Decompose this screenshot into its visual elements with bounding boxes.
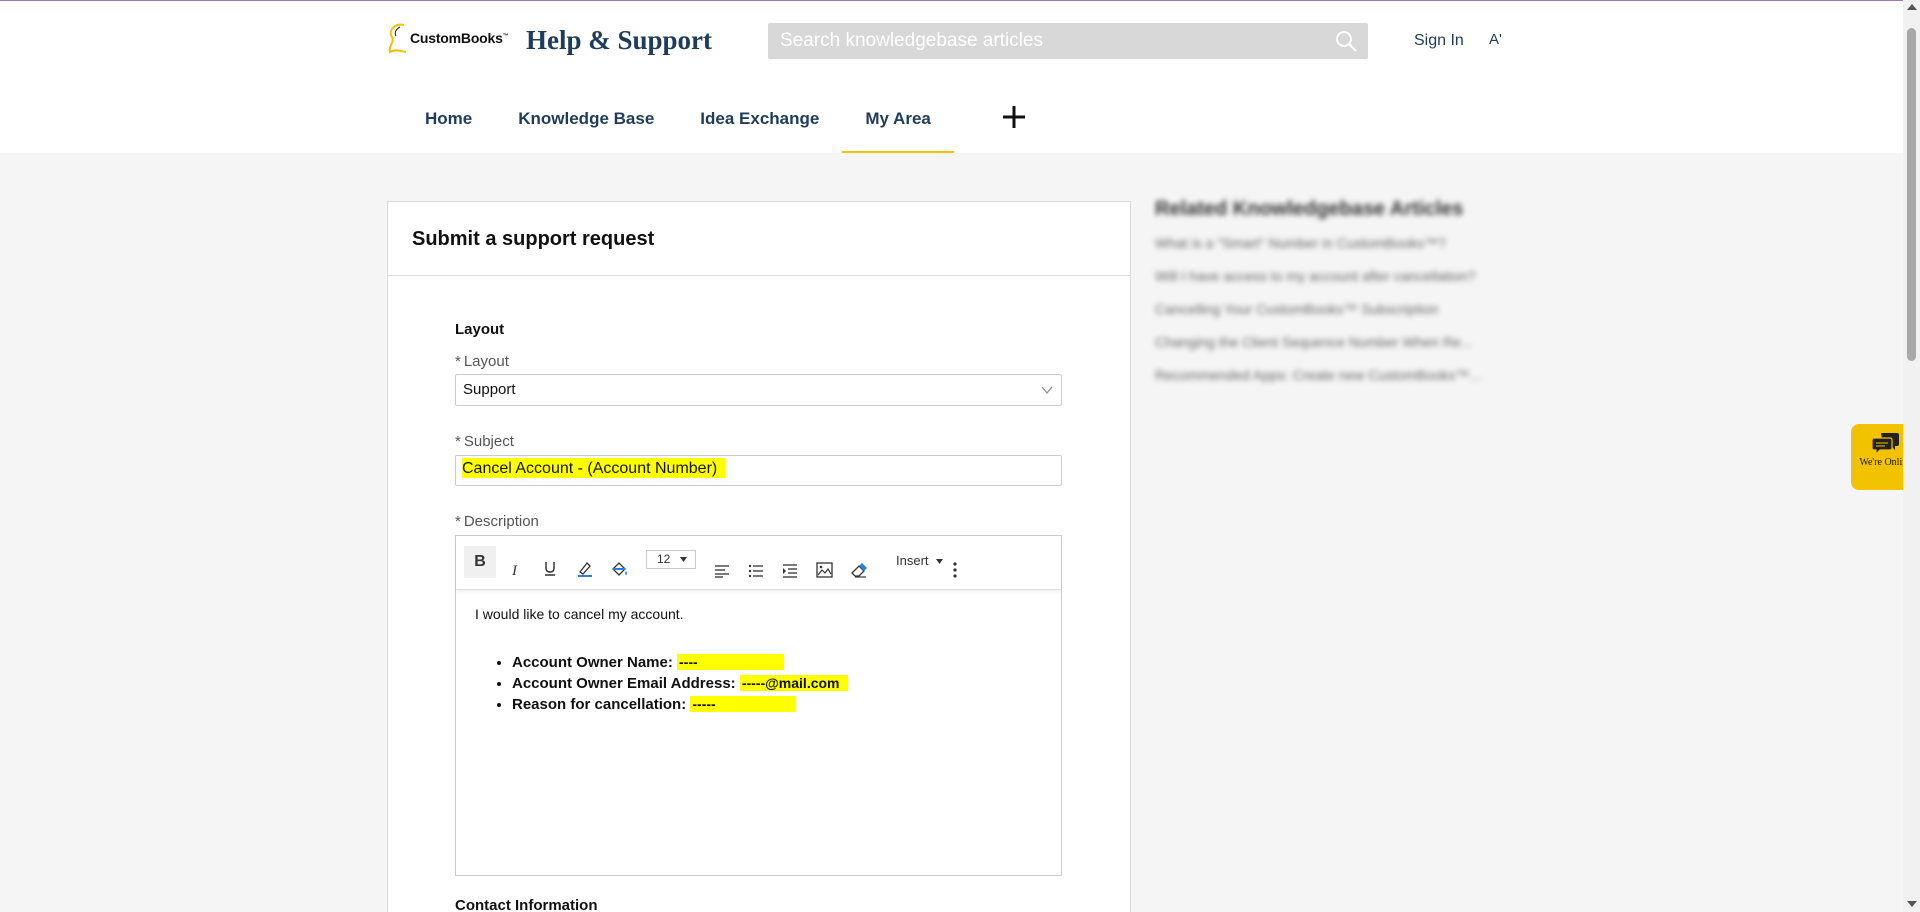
text-color-icon[interactable]: [576, 553, 594, 585]
chevron-down-icon: [1041, 386, 1053, 394]
insert-label: Insert: [896, 553, 929, 568]
layout-section-title: Layout: [455, 321, 505, 338]
logo-text: CustomBooks: [410, 30, 503, 46]
site-header: CustomBooks™ Help & Support Sign In A' H…: [0, 0, 1903, 153]
contact-section-title: Contact Information: [455, 897, 598, 912]
font-size-select[interactable]: 12: [646, 550, 696, 569]
layout-select-value: Support: [463, 381, 516, 398]
eraser-icon[interactable]: [850, 554, 868, 586]
nav-home[interactable]: Home: [402, 97, 495, 153]
scrollbar-thumb[interactable]: [1907, 28, 1916, 361]
related-articles: Related Knowledgebase Articles What is a…: [1155, 198, 1515, 400]
page-scrollbar[interactable]: [1903, 0, 1920, 912]
cancel-reason-value: -----: [690, 696, 796, 712]
related-article-link[interactable]: What is a "Smart" Number in CustomBooks™…: [1155, 235, 1515, 268]
required-mark: *: [455, 433, 461, 450]
related-article-link[interactable]: Changing the Client Sequence Number When…: [1155, 334, 1515, 367]
support-request-card: Submit a support request Layout * Layout …: [387, 201, 1131, 912]
insert-menu[interactable]: Insert: [896, 553, 944, 568]
nav-my-area[interactable]: My Area: [842, 97, 954, 153]
search-bar: [768, 23, 1368, 59]
search-input[interactable]: [768, 23, 1328, 59]
list-item: Account Owner Email Address: -----@mail.…: [512, 673, 1042, 694]
description-label-text: Description: [463, 513, 539, 530]
list-item-label: Reason for cancellation:: [512, 696, 687, 713]
scroll-down-arrow-icon[interactable]: [1907, 901, 1917, 907]
related-articles-title: Related Knowledgebase Articles: [1155, 198, 1464, 220]
subject-value: Cancel Account - (Account Number): [462, 458, 726, 478]
image-icon[interactable]: [816, 554, 833, 586]
nav-knowledge-base[interactable]: Knowledge Base: [495, 97, 677, 153]
layout-label: * Layout: [455, 353, 509, 370]
description-intro: I would like to cancel my account.: [475, 606, 684, 622]
list-item: Account Owner Name: ----: [512, 652, 1042, 673]
description-label: * Description: [455, 513, 539, 530]
plus-icon[interactable]: [1000, 103, 1028, 131]
bold-button[interactable]: B: [464, 546, 496, 578]
owner-name-value: ----: [677, 654, 784, 670]
customboooks-logo[interactable]: CustomBooks™: [386, 21, 509, 55]
description-editor-body[interactable]: I would like to cancel my account. Accou…: [456, 590, 1061, 731]
align-left-icon[interactable]: [714, 555, 730, 587]
required-mark: *: [455, 353, 461, 370]
logo-swoosh-icon: [388, 23, 407, 54]
list-item-label: Account Owner Email Address:: [512, 675, 736, 692]
description-list: Account Owner Name: ---- Account Owner E…: [512, 652, 1042, 715]
chat-bubbles-icon: [1870, 433, 1899, 456]
required-mark: *: [455, 513, 461, 530]
subject-label: * Subject: [455, 433, 514, 450]
list-item-label: Account Owner Name:: [512, 654, 673, 671]
related-article-link[interactable]: Will I have access to my account after c…: [1155, 268, 1515, 301]
site-title: Help & Support: [526, 25, 713, 55]
font-size-toggle[interactable]: A': [1489, 31, 1502, 48]
bullet-list-icon[interactable]: [748, 555, 764, 587]
owner-email-value: -----@mail.com: [739, 675, 848, 691]
underline-icon[interactable]: [542, 553, 558, 585]
list-item: Reason for cancellation: -----: [512, 694, 1042, 715]
card-title: Submit a support request: [388, 202, 1130, 276]
font-size-value: 12: [657, 552, 671, 566]
logo-trademark: ™: [502, 33, 509, 40]
layout-label-text: Layout: [463, 353, 509, 370]
search-icon[interactable]: [1334, 29, 1358, 53]
subject-label-text: Subject: [463, 433, 514, 450]
more-options-icon[interactable]: [952, 554, 958, 586]
subject-input[interactable]: Cancel Account - (Account Number): [455, 455, 1062, 486]
scroll-up-arrow-icon[interactable]: [1907, 4, 1917, 10]
related-article-link[interactable]: Recommended Apps: Create new CustomBooks…: [1155, 367, 1515, 400]
svg-text:I: I: [511, 563, 518, 579]
caret-down-icon: [680, 557, 687, 562]
background-color-icon[interactable]: [610, 553, 630, 585]
nav-idea-exchange[interactable]: Idea Exchange: [677, 97, 842, 153]
layout-select[interactable]: Support: [455, 374, 1062, 406]
related-article-link[interactable]: Cancelling Your CustomBooks™ Subscriptio…: [1155, 301, 1515, 334]
sign-in-link[interactable]: Sign In: [1414, 32, 1464, 50]
indent-icon[interactable]: [782, 555, 798, 587]
italic-icon[interactable]: I: [508, 554, 524, 586]
main-nav: Home Knowledge Base Idea Exchange My Are…: [402, 97, 954, 153]
editor-toolbar: B I 12 Insert: [456, 536, 1061, 590]
description-editor: B I 12 Insert I would like to cancel my …: [455, 535, 1062, 876]
caret-down-icon: [936, 559, 944, 565]
